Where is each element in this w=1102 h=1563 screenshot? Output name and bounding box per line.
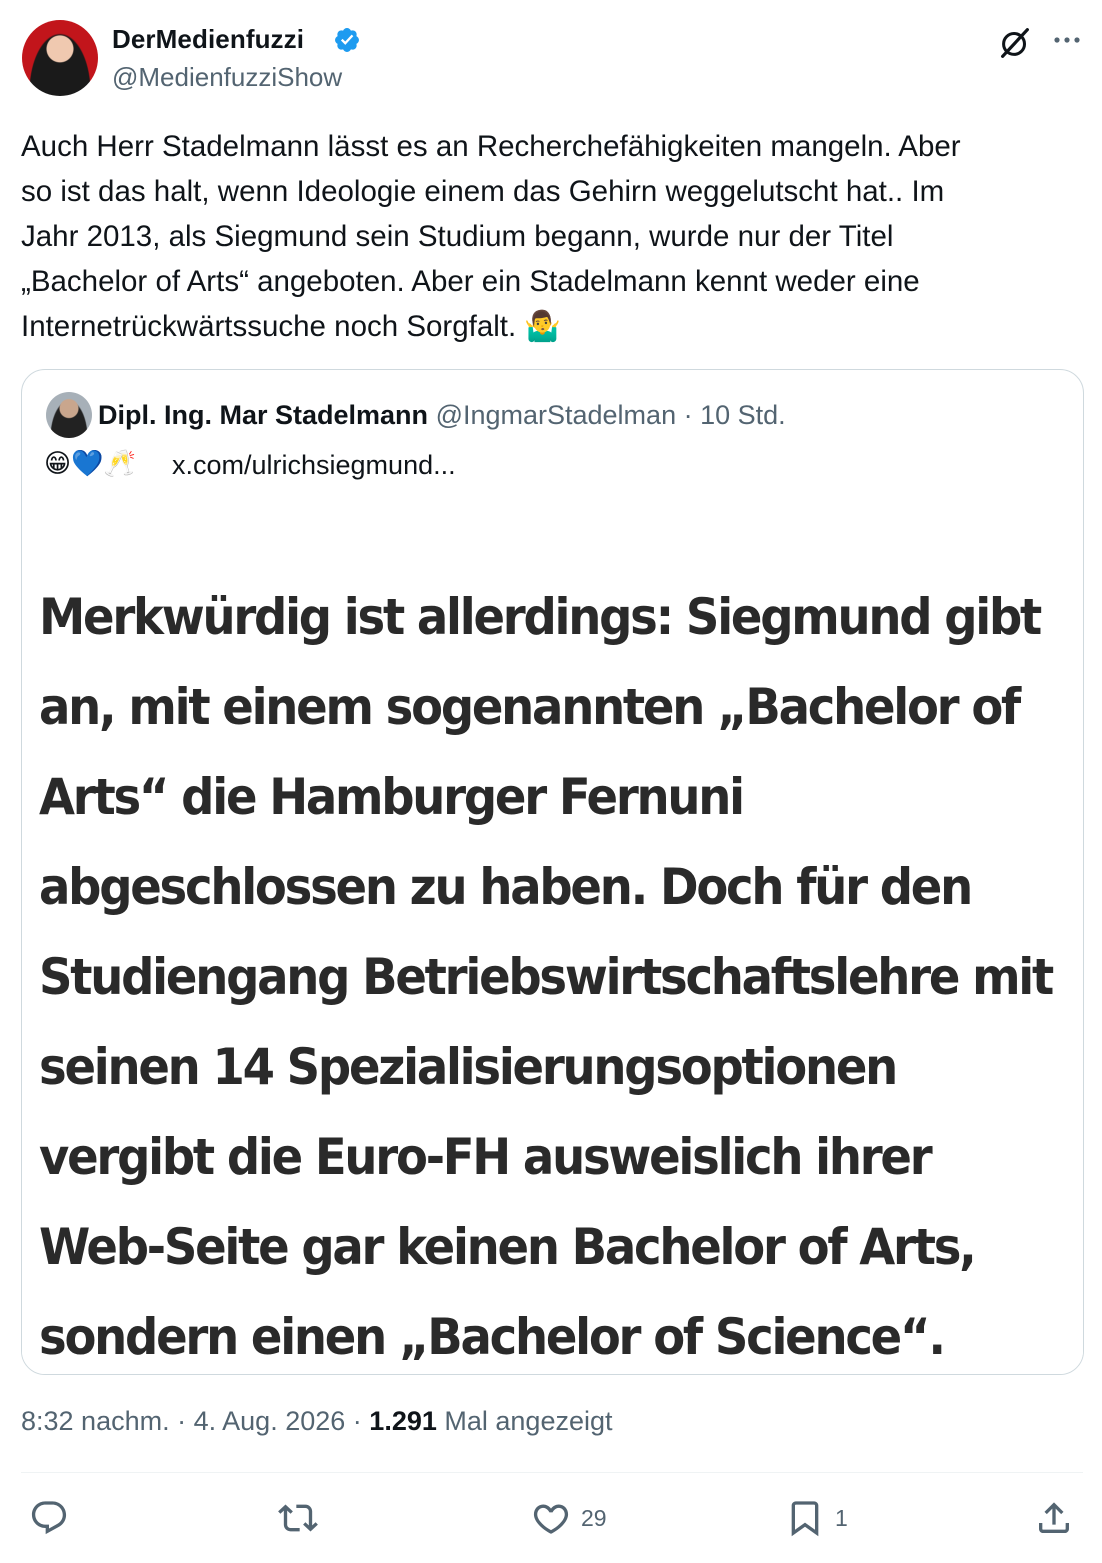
quoted-link[interactable]: x.com/ulrichsiegmund...	[172, 450, 456, 481]
verified-badge-icon	[335, 28, 359, 52]
meta-separator: ·	[352, 1406, 362, 1436]
grok-icon[interactable]	[996, 24, 1034, 62]
tweet-text-line: Internetrückwärtssuche noch Sorgfalt. 🤷‍…	[21, 310, 562, 343]
image-text-line: abgeschlossen zu haben. Doch für den	[39, 858, 973, 916]
meta-separator: ·	[177, 1406, 187, 1436]
quoted-separator: ·	[683, 400, 693, 430]
bookmark-icon	[791, 1501, 819, 1537]
image-text-line: an, mit einem sogenannten „Bachelor of	[39, 678, 1021, 736]
quoted-author-name[interactable]: Dipl. Ing. Mar Stadelmann	[98, 400, 428, 430]
image-text-line: Studiengang Betriebswirtschaftslehre mit	[39, 948, 1054, 1006]
quoted-image[interactable]: Merkwürdig ist allerdings: Siegmund gibt…	[22, 510, 1083, 1374]
views-count: 1.291	[369, 1406, 437, 1436]
tweet-meta: 8:32 nachm. · 4. Aug. 2026 · 1.291 Mal a…	[21, 1406, 613, 1437]
quoted-time[interactable]: 10 Std.	[700, 400, 786, 430]
bookmark-button[interactable]: 1	[785, 1496, 848, 1540]
quoted-tweet-card[interactable]: Dipl. Ing. Mar Stadelmann @IngmarStadelm…	[21, 369, 1084, 1375]
more-icon[interactable]	[1048, 24, 1086, 56]
author-name[interactable]: DerMedienfuzzi	[112, 24, 304, 55]
author-avatar[interactable]	[22, 20, 98, 96]
tweet-date[interactable]: 4. Aug. 2026	[194, 1406, 346, 1436]
image-text-line: vergibt die Euro-FH ausweislich ihrer	[39, 1128, 933, 1186]
divider	[21, 1472, 1083, 1473]
image-text-line: sondern einen „Bachelor of Science“.	[39, 1308, 946, 1366]
reply-icon	[31, 1501, 67, 1535]
reply-button[interactable]	[29, 1496, 79, 1540]
like-button[interactable]: 29	[531, 1496, 607, 1540]
tweet-text-line: „Bachelor of Arts“ angeboten. Aber ein S…	[21, 265, 920, 298]
image-text-line: Web-Seite gar keinen Bachelor of Arts,	[39, 1218, 977, 1276]
quoted-author-avatar[interactable]	[46, 392, 92, 438]
tweet-time[interactable]: 8:32 nachm.	[21, 1406, 170, 1436]
quoted-tweet-header: Dipl. Ing. Mar Stadelmann @IngmarStadelm…	[98, 400, 786, 431]
quoted-author-handle[interactable]: @IngmarStadelman	[436, 400, 677, 430]
tweet-text-line: Jahr 2013, als Siegmund sein Studium beg…	[21, 220, 894, 253]
retweet-icon	[278, 1504, 318, 1532]
views-label: Mal angezeigt	[444, 1406, 613, 1436]
image-text-line: Merkwürdig ist allerdings: Siegmund gibt	[39, 588, 1042, 646]
like-count: 29	[581, 1504, 607, 1531]
image-text-line: Arts“ die Hamburger Fernuni	[39, 768, 745, 826]
retweet-button[interactable]	[278, 1496, 328, 1540]
image-text-line: seinen 14 Spezialisierungsoptionen	[39, 1038, 898, 1096]
quoted-emojis: 😁💙🥂	[44, 448, 136, 478]
tweet-text-line: Auch Herr Stadelmann lässt es an Recherc…	[21, 130, 961, 163]
quoted-image-text: Merkwürdig ist allerdings: Siegmund gibt…	[39, 572, 1054, 1374]
like-icon	[533, 1504, 569, 1534]
tweet-text-line: so ist das halt, wenn Ideologie einem da…	[21, 175, 945, 208]
share-button[interactable]	[1034, 1496, 1074, 1540]
share-icon	[1039, 1502, 1069, 1533]
author-handle[interactable]: @MedienfuzziShow	[112, 62, 342, 93]
bookmark-count: 1	[835, 1504, 848, 1531]
tweet-text: Auch Herr Stadelmann lässt es an Recherc…	[21, 124, 1081, 349]
